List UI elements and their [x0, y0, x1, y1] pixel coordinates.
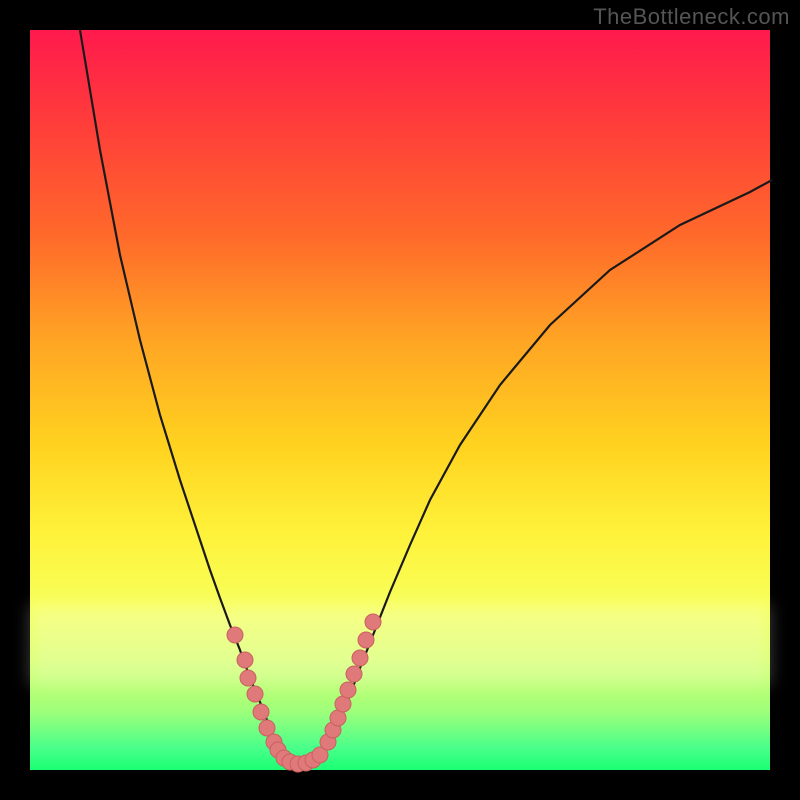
scatter-marker [340, 682, 356, 698]
scatter-marker [346, 666, 362, 682]
scatter-marker [237, 652, 253, 668]
curve-group [80, 30, 772, 765]
scatter-marker [227, 627, 243, 643]
left-curve [80, 30, 285, 760]
scatter-marker [352, 650, 368, 666]
scatter-marker [259, 720, 275, 736]
scatter-marker [247, 686, 263, 702]
scatter-marker [240, 670, 256, 686]
chart-svg [30, 30, 770, 770]
scatter-marker [253, 704, 269, 720]
watermark-text: TheBottleneck.com [593, 4, 790, 30]
chart-frame: TheBottleneck.com [0, 0, 800, 800]
marker-group [227, 614, 381, 772]
right-curve [320, 180, 772, 761]
scatter-marker [358, 632, 374, 648]
scatter-marker [365, 614, 381, 630]
